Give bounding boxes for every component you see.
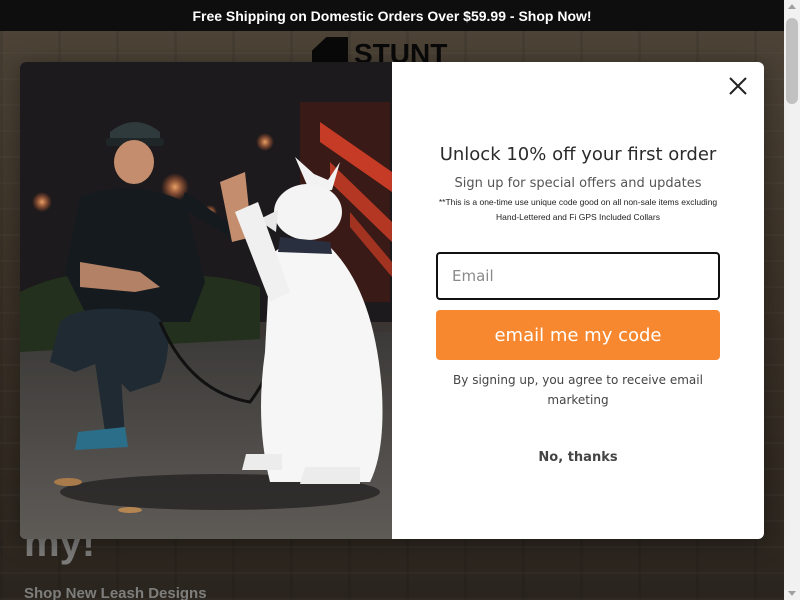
popup-form-panel: Unlock 10% off your first order Sign up …	[392, 62, 764, 539]
popup-title: Unlock 10% off your first order	[439, 144, 717, 165]
page-scrollbar[interactable]	[784, 0, 800, 600]
scroll-up-arrow-icon[interactable]	[788, 4, 796, 9]
signup-popup: Unlock 10% off your first order Sign up …	[20, 62, 764, 539]
scroll-thumb[interactable]	[786, 18, 798, 104]
dismiss-link[interactable]: No, thanks	[392, 450, 764, 465]
close-icon[interactable]	[729, 77, 747, 95]
woman-and-dog-photo	[20, 62, 392, 539]
announcement-bar[interactable]: Free Shipping on Domestic Orders Over $5…	[0, 0, 784, 31]
popup-subtitle: Sign up for special offers and updates	[454, 176, 702, 191]
close-button[interactable]	[726, 74, 750, 98]
email-field[interactable]	[436, 252, 720, 300]
submit-button[interactable]: email me my code	[436, 310, 720, 360]
fine-print: **This is a one-time use unique code goo…	[438, 197, 718, 222]
popup-image	[20, 62, 392, 539]
scroll-down-arrow-icon[interactable]	[788, 591, 796, 596]
consent-text: By signing up, you agree to receive emai…	[453, 373, 703, 407]
announcement-text[interactable]: Free Shipping on Domestic Orders Over $5…	[192, 8, 591, 24]
